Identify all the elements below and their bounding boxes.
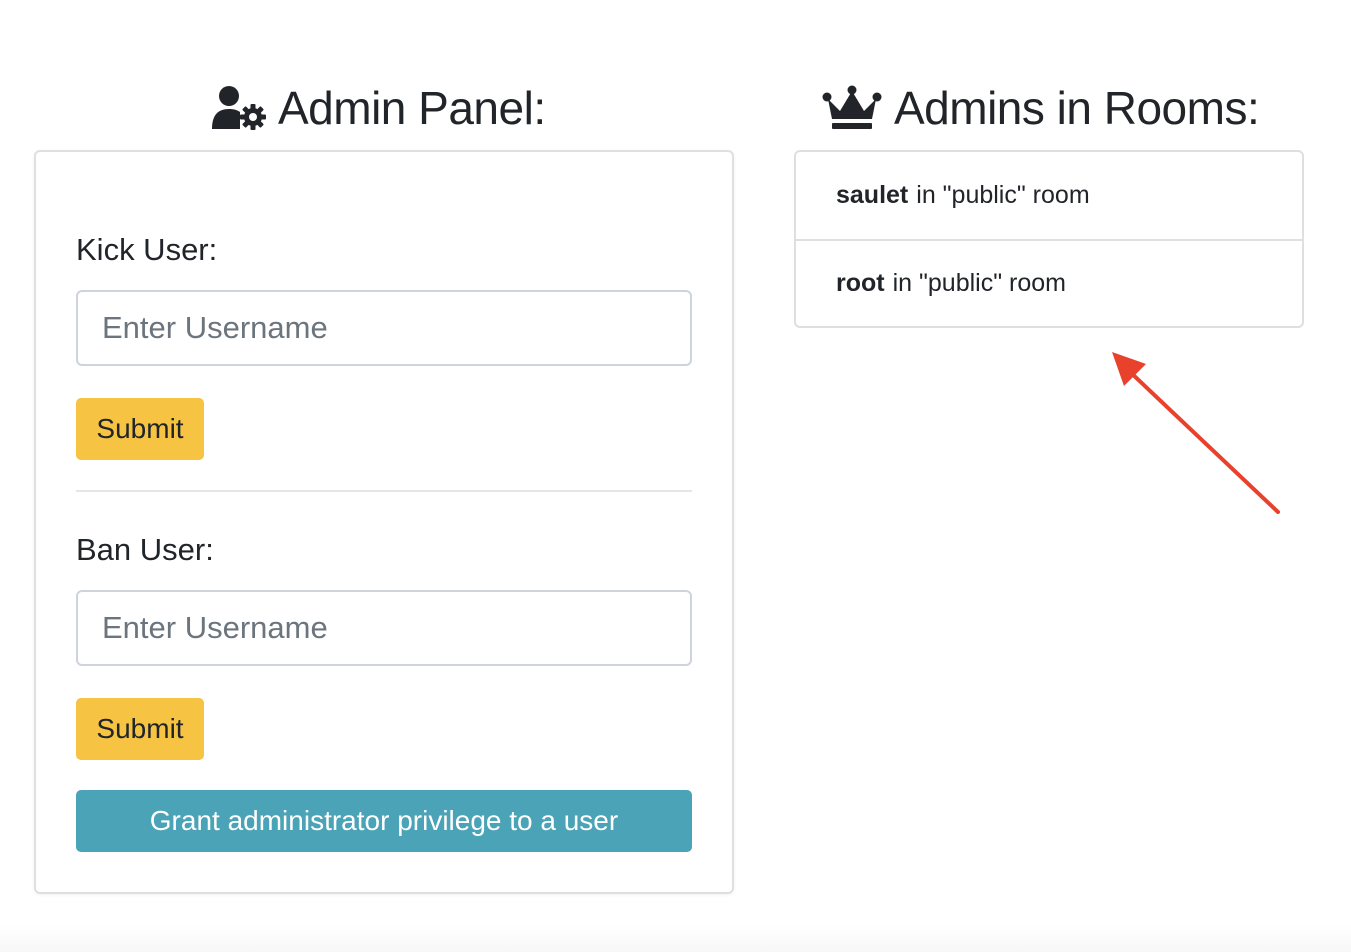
divider — [76, 490, 692, 492]
admins-in-rooms-heading: Admins in Rooms: — [822, 78, 1260, 138]
admin-panel-card: Kick User: Submit Ban User: Submit Grant… — [34, 150, 734, 894]
admin-username: root — [836, 269, 885, 297]
list-item: root in "public" room — [796, 239, 1302, 326]
admins-in-rooms-list: saulet in "public" room root in "public"… — [794, 150, 1304, 328]
admin-room-text: in "public" room — [916, 181, 1090, 209]
admin-room-text: in "public" room — [892, 269, 1066, 297]
ban-user-label: Ban User: — [76, 532, 214, 567]
kick-submit-button[interactable]: Submit — [76, 398, 204, 460]
admin-panel-heading: Admin Panel: — [212, 78, 546, 138]
kick-user-label: Kick User: — [76, 232, 218, 267]
admin-username: saulet — [836, 181, 909, 209]
user-cog-icon — [212, 85, 266, 131]
admins-in-rooms-title: Admins in Rooms: — [894, 82, 1260, 134]
ban-username-input[interactable] — [76, 590, 692, 666]
list-item: saulet in "public" room — [796, 152, 1302, 239]
annotation-arrow-icon — [1112, 352, 1280, 514]
kick-username-input[interactable] — [76, 290, 692, 366]
admin-panel-title: Admin Panel: — [278, 82, 546, 134]
ban-submit-button[interactable]: Submit — [76, 698, 204, 760]
grant-admin-button[interactable]: Grant administrator privilege to a user — [76, 790, 692, 852]
crown-icon — [822, 85, 882, 131]
page: Admin Panel: Admins in Rooms: Kick User:… — [0, 0, 1351, 952]
